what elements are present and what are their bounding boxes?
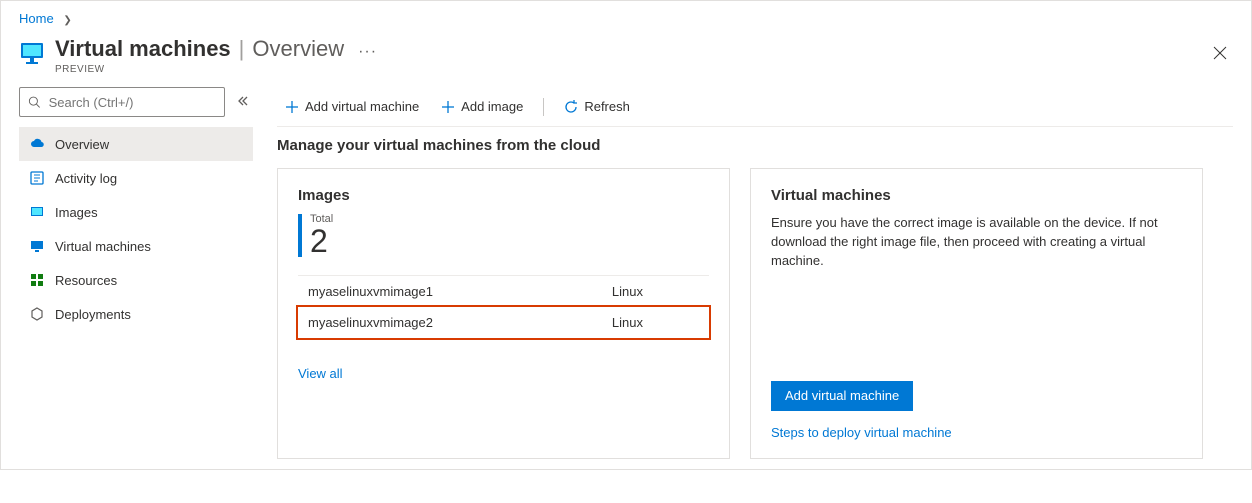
sidebar-item-label: Resources [55, 273, 117, 288]
breadcrumb: Home ❯ [1, 1, 1251, 32]
close-button[interactable] [1207, 40, 1233, 66]
table-row[interactable]: myaselinuxvmimage1 Linux [298, 276, 709, 308]
chevron-right-icon: ❯ [63, 15, 71, 26]
virtual-machine-icon [19, 40, 45, 66]
refresh-icon [564, 100, 578, 114]
sidebar-item-label: Activity log [55, 171, 117, 186]
accent-bar [298, 214, 302, 257]
refresh-button[interactable]: Refresh [556, 87, 638, 127]
images-card: Images Total 2 myaselinuxvmimage1 Linux [277, 168, 730, 459]
toolbar: Add virtual machine Add image Refresh [277, 87, 1233, 127]
title-divider: | [239, 36, 245, 62]
sidebar-item-label: Virtual machines [55, 239, 151, 254]
main-heading: Manage your virtual machines from the cl… [277, 137, 1203, 154]
tool-label: Refresh [584, 99, 630, 114]
sidebar-item-label: Deployments [55, 307, 131, 322]
deployments-icon [29, 306, 45, 322]
steps-link[interactable]: Steps to deploy virtual machine [771, 425, 1182, 440]
virtual-machines-card: Virtual machines Ensure you have the cor… [750, 168, 1203, 459]
sidebar: Overview Activity log Images [19, 87, 253, 459]
image-os: Linux [602, 307, 709, 338]
sidebar-item-resources[interactable]: Resources [19, 263, 253, 297]
monitor-icon [29, 238, 45, 254]
more-button[interactable]: ··· [358, 43, 377, 61]
plus-icon [441, 100, 455, 114]
card-description: Ensure you have the correct image is ava… [771, 214, 1182, 271]
add-virtual-machine-button[interactable]: Add virtual machine [277, 87, 427, 127]
image-os: Linux [602, 276, 709, 308]
search-icon [28, 95, 41, 109]
tool-label: Add image [461, 99, 523, 114]
search-input[interactable] [47, 94, 216, 111]
collapse-sidebar-button[interactable] [233, 91, 253, 114]
sidebar-item-label: Images [55, 205, 98, 220]
image-name: myaselinuxvmimage1 [298, 276, 602, 308]
activity-log-icon [29, 170, 45, 186]
view-all-link[interactable]: View all [298, 366, 709, 381]
add-image-button[interactable]: Add image [433, 87, 531, 127]
resources-icon [29, 272, 45, 288]
sidebar-item-label: Overview [55, 137, 109, 152]
card-title: Virtual machines [771, 187, 1182, 204]
preview-badge: PREVIEW [55, 64, 1207, 75]
sidebar-item-activity-log[interactable]: Activity log [19, 161, 253, 195]
toolbar-separator [543, 98, 544, 116]
card-title: Images [298, 187, 709, 204]
sidebar-item-overview[interactable]: Overview [19, 127, 253, 161]
close-icon [1213, 46, 1227, 60]
table-row[interactable]: myaselinuxvmimage2 Linux [298, 307, 709, 338]
plus-icon [285, 100, 299, 114]
page-section: Overview [252, 36, 344, 62]
page-title: Virtual machines [55, 36, 231, 62]
breadcrumb-home[interactable]: Home [19, 11, 54, 26]
sidebar-item-virtual-machines[interactable]: Virtual machines [19, 229, 253, 263]
image-name: myaselinuxvmimage2 [298, 307, 602, 338]
sidebar-item-images[interactable]: Images [19, 195, 253, 229]
chevron-double-left-icon [237, 95, 249, 107]
cloud-icon [29, 136, 45, 152]
sidebar-item-deployments[interactable]: Deployments [19, 297, 253, 331]
add-virtual-machine-primary-button[interactable]: Add virtual machine [771, 381, 913, 411]
search-input-wrap[interactable] [19, 87, 225, 117]
tool-label: Add virtual machine [305, 99, 419, 114]
images-icon [29, 204, 45, 220]
total-value: 2 [310, 225, 333, 257]
